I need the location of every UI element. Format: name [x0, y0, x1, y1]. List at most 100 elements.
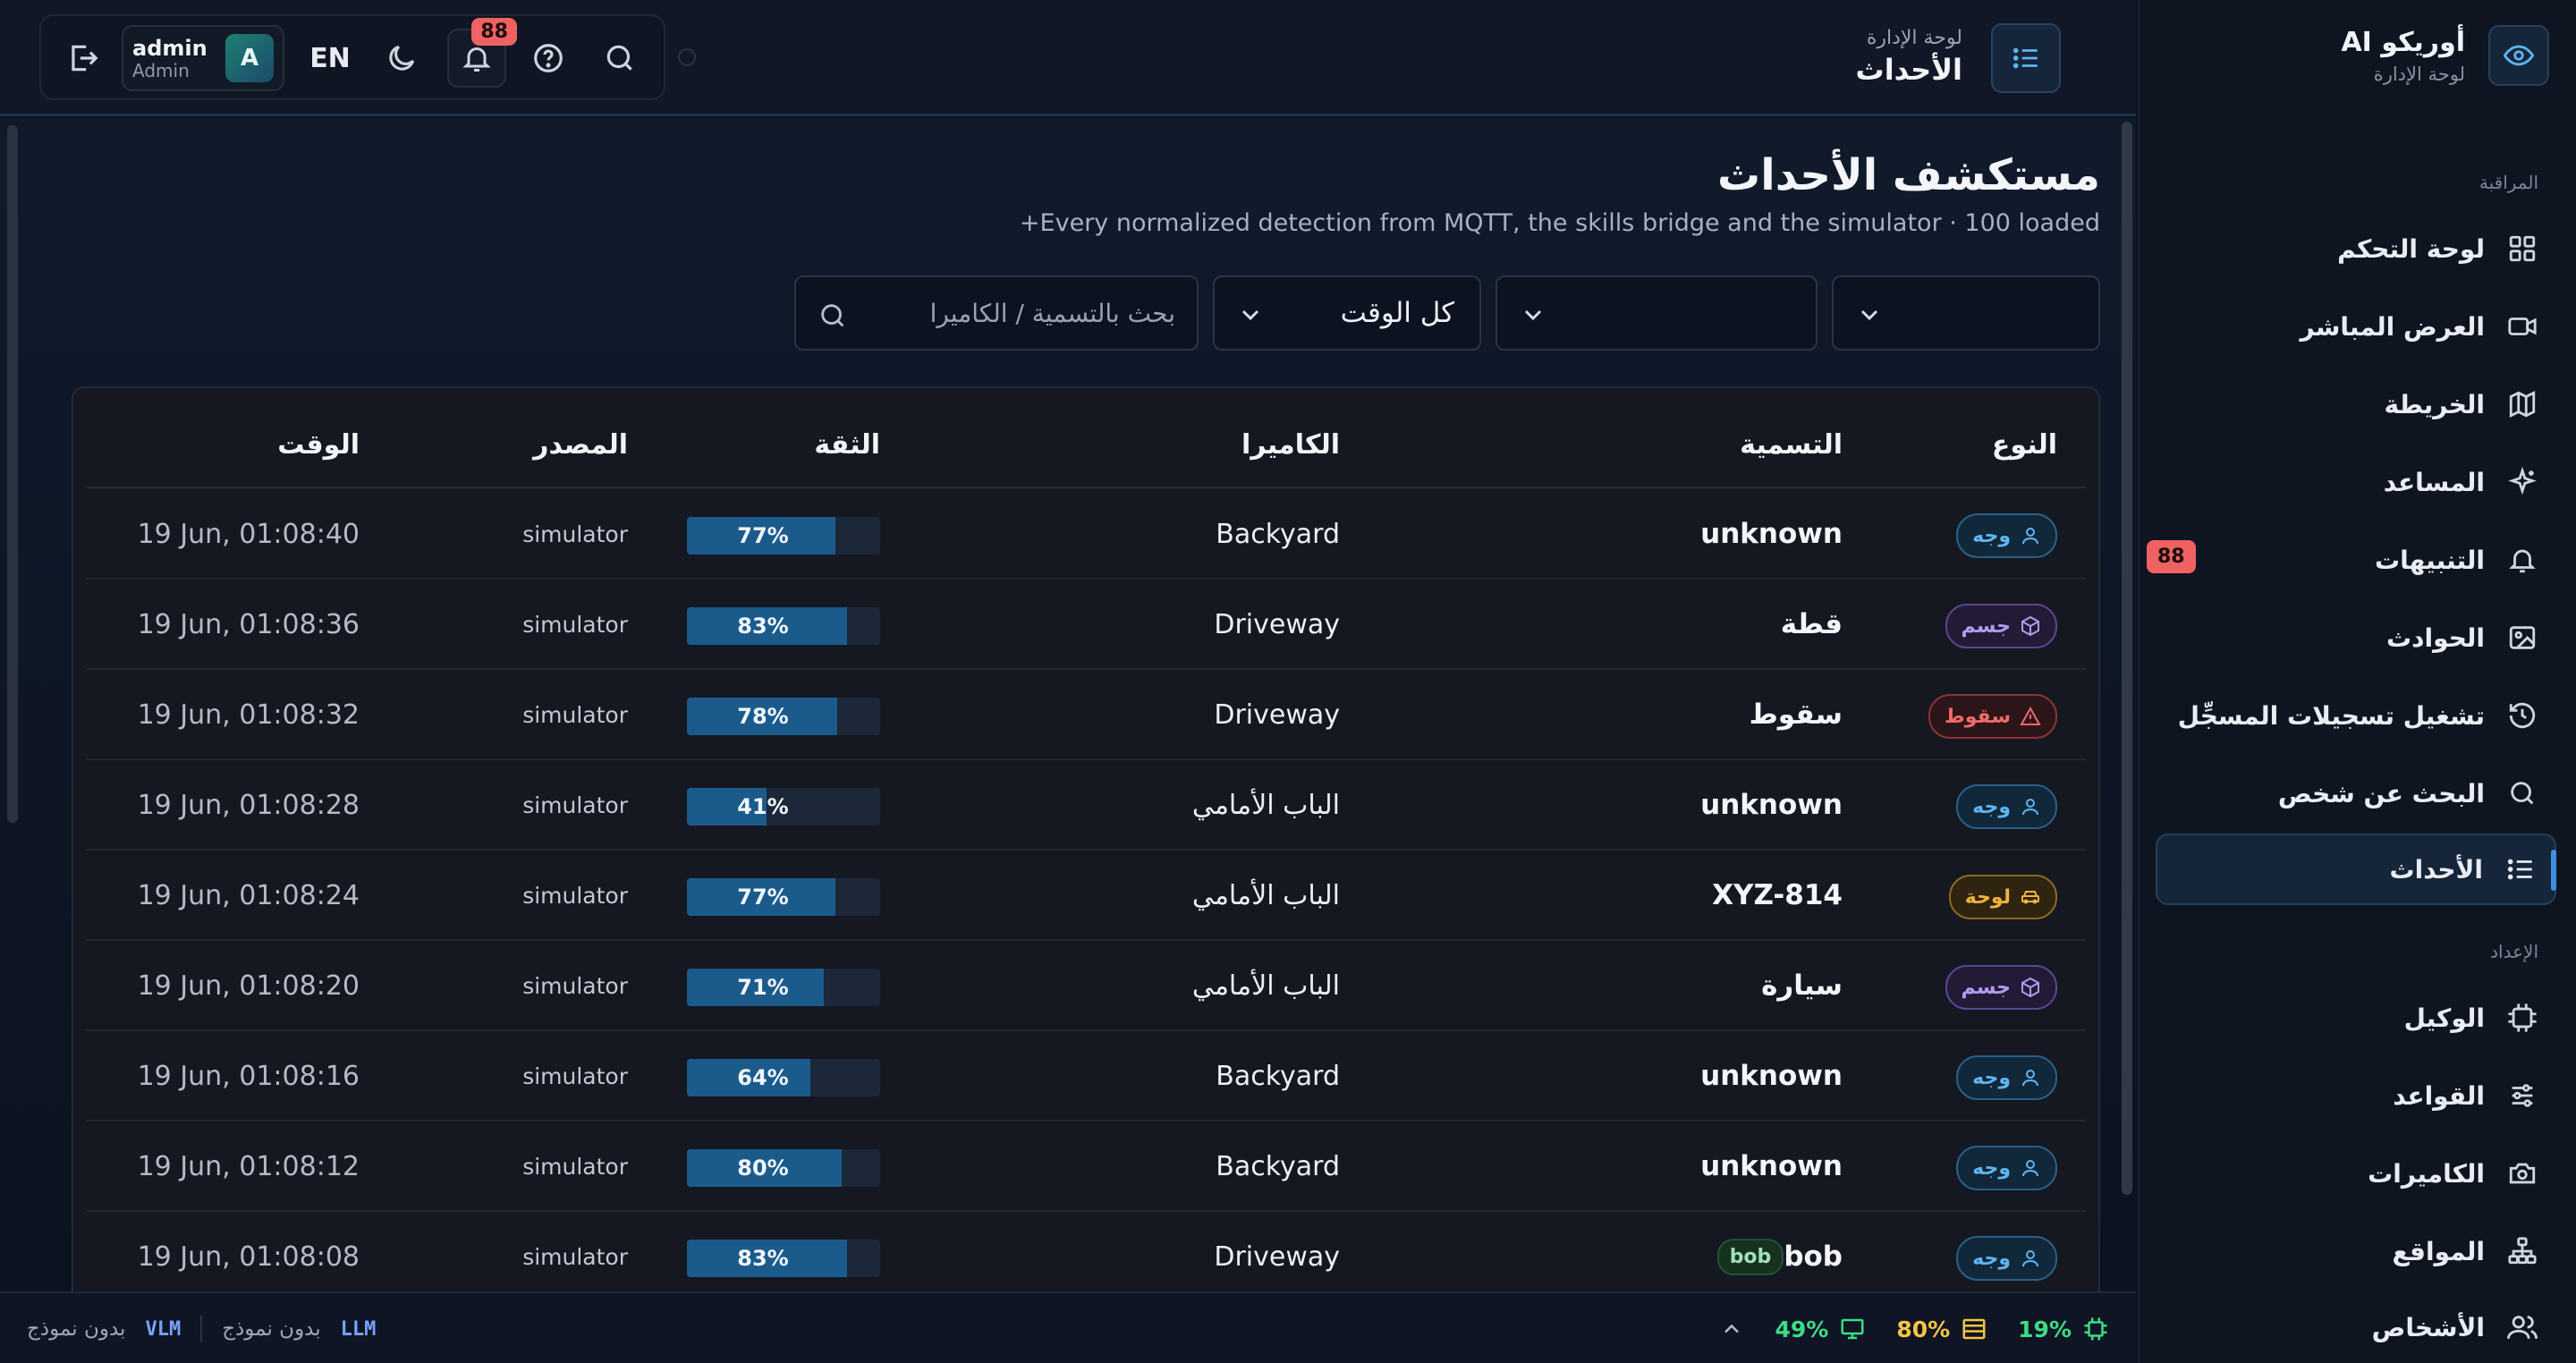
model-status: بدون نموذج VLM بدون نموذج LLM	[27, 1293, 376, 1363]
type-badge-label: وجه	[1972, 1247, 2011, 1270]
sidebar-item-label: العرض المباشر	[2300, 311, 2485, 342]
source-value: simulator	[522, 972, 628, 999]
help-button[interactable]	[519, 29, 578, 88]
time-cell: 19 Jun, 01:08:12	[138, 1122, 360, 1210]
camera-filter-select[interactable]	[1496, 275, 1818, 351]
event-label: سقوط	[1749, 698, 1843, 731]
sidebar: أوريكو AI لوحة الإدارة المراقبة لوحة الت…	[2138, 0, 2576, 1363]
camera-name: Backyard	[1216, 1060, 1340, 1092]
type-badge-label: جسم	[1961, 614, 2012, 638]
label-cell: unknown	[1700, 1032, 1843, 1120]
table-row[interactable]: جسم قطة Driveway 83% simulator 19 Jun, 0…	[86, 580, 2086, 670]
eye-icon[interactable]	[2488, 25, 2549, 86]
page-scrollbar[interactable]	[2122, 122, 2132, 1195]
camera-cell: الباب الأمامي	[1192, 942, 1340, 1029]
type-badge-label: وجه	[1972, 1156, 2011, 1180]
search-button[interactable]	[590, 29, 649, 88]
sidebar-item-person-search[interactable]: البحث عن شخص	[2148, 758, 2540, 829]
sidebar-item-sites[interactable]: المواقع	[2148, 1215, 2540, 1287]
camera-cell: Driveway	[1214, 580, 1340, 668]
notifications-button[interactable]: 88	[447, 18, 517, 88]
content-scrollbar[interactable]	[7, 125, 18, 823]
source-cell: simulator	[522, 671, 628, 758]
type-filter-select[interactable]	[1832, 275, 2100, 351]
search-box[interactable]	[794, 275, 1199, 351]
column-header-camera[interactable]: الكاميرا	[1241, 429, 1340, 461]
table-row[interactable]: وجه unknown Backyard 80% simulator 19 Ju…	[86, 1122, 2086, 1212]
sidebar-item-assistant[interactable]: المساعد	[2148, 446, 2540, 518]
cpu-metric: 19%	[2018, 1316, 2109, 1342]
table-row[interactable]: سقوط سقوط Driveway 78% simulator 19 Jun,…	[86, 671, 2086, 760]
sidebar-item-cameras[interactable]: الكاميرات	[2148, 1138, 2540, 1209]
type-badge: جسم	[1945, 965, 2057, 1010]
type-badge: لوحة	[1948, 875, 2057, 919]
main-content: مستكشف الأحداث Every normalized detectio…	[0, 118, 2136, 1316]
column-header-type[interactable]: النوع	[1992, 429, 2057, 461]
confidence-value: 41%	[737, 794, 789, 819]
source-value: simulator	[522, 792, 628, 818]
type-badge: وجه	[1956, 1055, 2057, 1100]
confidence-bar: 77%	[687, 517, 880, 555]
sidebar-item-events[interactable]: الأحداث	[2156, 834, 2556, 905]
chevron-up-icon[interactable]	[1719, 1316, 1744, 1342]
cube-icon	[2020, 977, 2041, 998]
page-title: مستكشف الأحداث	[1717, 150, 2100, 200]
camera-cell: Backyard	[1216, 490, 1340, 578]
type-badge-label: سقوط	[1944, 705, 2011, 728]
time-filter-select[interactable]: كل الوقت	[1213, 275, 1481, 351]
source-cell: simulator	[522, 490, 628, 578]
help-icon	[534, 44, 563, 72]
type-badge: جسم	[1945, 604, 2057, 648]
menu-toggle-button[interactable]	[1991, 23, 2061, 93]
theme-toggle-button[interactable]	[372, 29, 431, 88]
moon-icon	[389, 45, 415, 71]
table-row[interactable]: وجه unknown Backyard 64% simulator 19 Ju…	[86, 1032, 2086, 1122]
camera-name: Backyard	[1216, 518, 1340, 550]
sidebar-item-recorder-playback[interactable]: تشغيل تسجيلات المسجِّل	[2148, 680, 2540, 751]
table-row[interactable]: وجه unknown Backyard 77% simulator 19 Ju…	[86, 490, 2086, 580]
user-menu[interactable]: admin Admin A	[122, 25, 284, 91]
table-row[interactable]: لوحة XYZ-814 الباب الأمامي 77% simulator…	[86, 851, 2086, 941]
camera-cell: الباب الأمامي	[1192, 761, 1340, 849]
confidence-value: 64%	[737, 1065, 789, 1090]
sidebar-item-live-view[interactable]: العرض المباشر	[2148, 291, 2540, 362]
vlm-tag: VLM	[145, 1317, 182, 1341]
type-badge-label: جسم	[1961, 976, 2012, 999]
column-header-time[interactable]: الوقت	[277, 429, 360, 461]
sidebar-item-map[interactable]: الخريطة	[2148, 368, 2540, 440]
type-badge: وجه	[1956, 784, 2057, 829]
user-info: admin Admin	[132, 36, 208, 80]
table-row[interactable]: وجه unknown الباب الأمامي 41% simulator …	[86, 761, 2086, 851]
logout-button[interactable]	[54, 29, 113, 88]
brand: أوريكو AI لوحة الإدارة	[2341, 25, 2549, 86]
column-header-label[interactable]: التسمية	[1740, 429, 1843, 461]
confidence-bar: 83%	[687, 607, 880, 645]
sidebar-item-rules[interactable]: القواعد	[2148, 1060, 2540, 1131]
cpu-metric-value: 19%	[2018, 1316, 2072, 1342]
user-icon	[2020, 796, 2041, 817]
warning-icon	[2020, 706, 2041, 727]
type-badge-label: وجه	[1972, 1066, 2011, 1089]
camera-cell: Driveway	[1214, 1213, 1340, 1300]
event-label: unknown	[1700, 789, 1843, 821]
cpu-icon	[2084, 1317, 2107, 1341]
column-header-confidence[interactable]: الثقة	[814, 429, 880, 461]
column-header-source[interactable]: المصدر	[533, 429, 628, 461]
confidence-bar: 64%	[687, 1059, 880, 1096]
source-value: simulator	[522, 1153, 628, 1180]
source-cell: simulator	[522, 942, 628, 1029]
sidebar-item-alerts[interactable]: التنبيهات 88	[2147, 524, 2540, 596]
time-value: 19 Jun, 01:08:16	[137, 1060, 360, 1092]
memory-icon	[1962, 1318, 1986, 1340]
table-row[interactable]: وجه bob bob Driveway 83% simulator 19 Ju…	[86, 1213, 2086, 1302]
page-subtitle: Every normalized detection from MQTT, th…	[1019, 209, 2100, 237]
sidebar-item-dashboard[interactable]: لوحة التحكم	[2148, 213, 2540, 284]
sidebar-item-people[interactable]: الأشخاص	[2148, 1291, 2540, 1363]
search-input[interactable]	[907, 298, 1175, 328]
label-cell: unknown	[1700, 761, 1843, 849]
sidebar-item-incidents[interactable]: الحوادث	[2148, 602, 2540, 673]
sidebar-item-agent[interactable]: الوكيل	[2148, 982, 2540, 1054]
table-row[interactable]: جسم سيارة الباب الأمامي 71% simulator 19…	[86, 942, 2086, 1031]
sidebar-item-label: الحوادث	[2386, 622, 2485, 653]
language-toggle-button[interactable]: EN	[301, 29, 360, 88]
